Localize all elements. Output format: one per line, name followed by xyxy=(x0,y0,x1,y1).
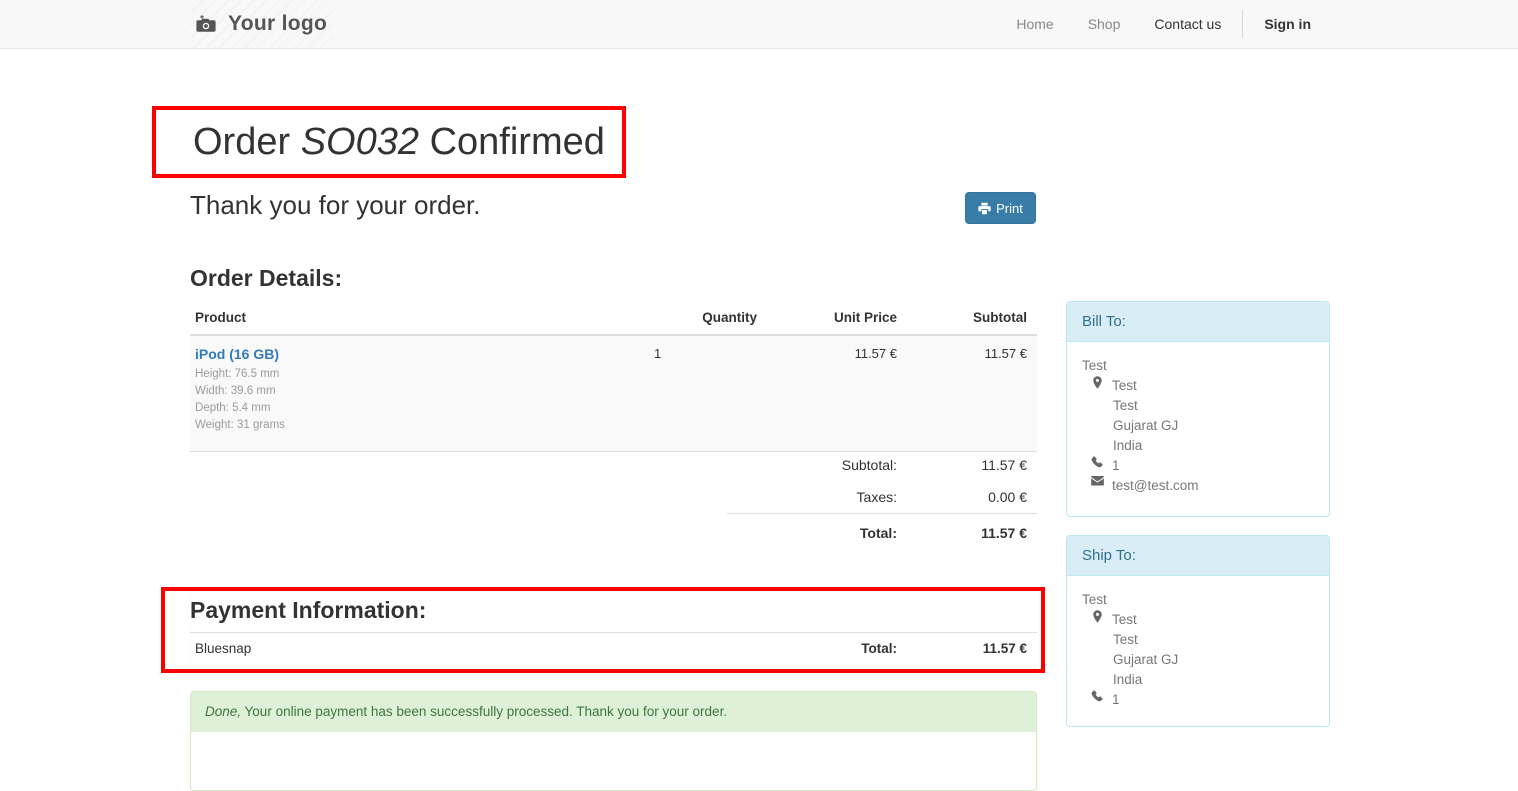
page-title-prefix: Order xyxy=(193,121,301,163)
bill-to-name: Test xyxy=(1082,358,1107,373)
payment-status-panel: Done, Your online payment has been succe… xyxy=(190,691,1037,791)
bill-to-address-line-2: Test xyxy=(1113,398,1138,413)
product-attribute-height: Height: 76.5 mm xyxy=(195,368,280,380)
ship-to-address-line-1: Test xyxy=(1112,612,1137,627)
product-attribute-depth: Depth: 5.4 mm xyxy=(195,402,271,414)
map-pin-icon xyxy=(1090,376,1104,389)
total-value: 11.57 € xyxy=(907,513,1037,549)
ship-to-name: Test xyxy=(1082,592,1107,607)
column-header-quantity: Quantity xyxy=(642,304,767,336)
table-header-row: Product Quantity Unit Price Subtotal xyxy=(190,304,1037,336)
phone-icon xyxy=(1090,456,1104,468)
order-line-quantity: 1 xyxy=(642,335,767,452)
bill-to-address-line-1: Test xyxy=(1112,378,1137,393)
bill-to-body: Test Test Test Gujarat GJ India 1 test@t… xyxy=(1067,342,1329,510)
totals-row-total: Total: 11.57 € xyxy=(190,513,1037,550)
page-title: Order SO032 Confirmed xyxy=(193,123,605,161)
bill-to-address-line-3: Gujarat GJ xyxy=(1113,418,1179,433)
map-pin-icon xyxy=(1090,610,1104,623)
order-details-table: Product Quantity Unit Price Subtotal iPo… xyxy=(190,304,1037,452)
nav-divider xyxy=(1242,10,1244,38)
ship-to-address-line-2: Test xyxy=(1113,632,1138,647)
annotation-box-order-title: Order SO032 Confirmed xyxy=(152,106,626,178)
site-header: Your logo Home Shop Contact us Sign in xyxy=(0,0,1518,49)
payment-information-heading: Payment Information: xyxy=(190,597,427,623)
payment-total-value: 11.57 € xyxy=(907,632,1037,664)
column-header-unit-price: Unit Price xyxy=(767,304,907,336)
payment-acquirer-name: Bluesnap xyxy=(190,632,727,664)
totals-spacer-cell-3 xyxy=(190,514,727,550)
bill-to-heading: Bill To: xyxy=(1067,302,1329,342)
ship-to-body: Test Test Test Gujarat GJ India 1 xyxy=(1067,576,1329,724)
phone-icon xyxy=(1090,690,1104,702)
ship-to-address-line-3: Gujarat GJ xyxy=(1113,652,1179,667)
bill-to-email: test@test.com xyxy=(1112,478,1199,493)
column-header-subtotal: Subtotal xyxy=(907,304,1037,336)
order-line-product-cell: iPod (16 GB) Height: 76.5 mm Width: 39.6… xyxy=(190,335,642,452)
ship-to-heading: Ship To: xyxy=(1067,536,1329,576)
print-button-label: Print xyxy=(996,200,1023,216)
camera-icon xyxy=(196,14,218,34)
thank-you-message: Thank you for your order. xyxy=(190,190,481,220)
bill-to-email-row: test@test.com xyxy=(1082,476,1314,496)
totals-spacer-cell xyxy=(190,449,727,481)
table-row: iPod (16 GB) Height: 76.5 mm Width: 39.6… xyxy=(190,335,1037,452)
column-header-product: Product xyxy=(190,304,642,336)
print-button[interactable]: Print xyxy=(965,192,1036,224)
payment-total-label: Total: xyxy=(727,632,907,664)
order-line-subtotal: 11.57 € xyxy=(907,335,1037,452)
ship-to-phone: 1 xyxy=(1112,692,1120,707)
bill-to-phone-row: 1 xyxy=(1082,456,1314,476)
nav-item-contact-us[interactable]: Contact us xyxy=(1137,0,1238,48)
nav-item-shop[interactable]: Shop xyxy=(1071,0,1138,48)
ship-to-panel: Ship To: Test Test Test Gujarat GJ India xyxy=(1066,535,1330,727)
sign-in-link[interactable]: Sign in xyxy=(1247,0,1328,48)
order-totals-table: Subtotal: 11.57 € Taxes: 0.00 € Total: 1… xyxy=(190,449,1037,549)
envelope-icon xyxy=(1090,476,1104,486)
totals-row-taxes: Taxes: 0.00 € xyxy=(190,481,1037,514)
ship-to-address-line-4: India xyxy=(1113,672,1143,687)
payment-success-alert: Done, Your online payment has been succe… xyxy=(191,692,1036,732)
payment-status-message: Your online payment has been successfull… xyxy=(241,704,728,719)
bill-to-address-line-4: India xyxy=(1113,438,1143,453)
order-details-heading: Order Details: xyxy=(190,265,343,291)
printer-icon xyxy=(978,202,991,215)
taxes-label: Taxes: xyxy=(856,489,897,505)
taxes-value: 0.00 € xyxy=(988,489,1027,505)
totals-spacer-cell-2 xyxy=(190,481,727,514)
subtotal-label: Subtotal: xyxy=(841,457,897,473)
nav-item-home[interactable]: Home xyxy=(999,0,1070,48)
totals-row-subtotal: Subtotal: 11.57 € xyxy=(190,449,1037,481)
product-attribute-weight: Weight: 31 grams xyxy=(195,419,285,431)
bill-to-panel: Bill To: Test Test Test Gujarat GJ India xyxy=(1066,301,1330,517)
page-title-suffix: Confirmed xyxy=(419,121,605,163)
main-navigation: Home Shop Contact us Sign in xyxy=(999,0,1328,48)
product-link[interactable]: iPod (16 GB) xyxy=(195,346,632,362)
order-reference: SO032 xyxy=(300,121,420,163)
ship-to-address-first-line: Test xyxy=(1082,610,1314,630)
payment-information-table: Bluesnap Total: 11.57 € xyxy=(190,632,1037,664)
brand-logo[interactable]: Your logo xyxy=(190,0,334,48)
product-attribute-width: Width: 39.6 mm xyxy=(195,385,276,397)
order-line-unit-price: 11.57 € xyxy=(767,335,907,452)
ship-to-phone-row: 1 xyxy=(1082,690,1314,710)
payment-status-word: Done, xyxy=(205,704,242,719)
bill-to-phone: 1 xyxy=(1112,458,1120,473)
subtotal-value: 11.57 € xyxy=(981,457,1027,473)
bill-to-address-first-line: Test xyxy=(1082,376,1314,396)
total-label: Total: xyxy=(727,513,907,549)
payment-row: Bluesnap Total: 11.57 € xyxy=(190,632,1037,664)
brand-logo-text: Your logo xyxy=(228,12,328,35)
